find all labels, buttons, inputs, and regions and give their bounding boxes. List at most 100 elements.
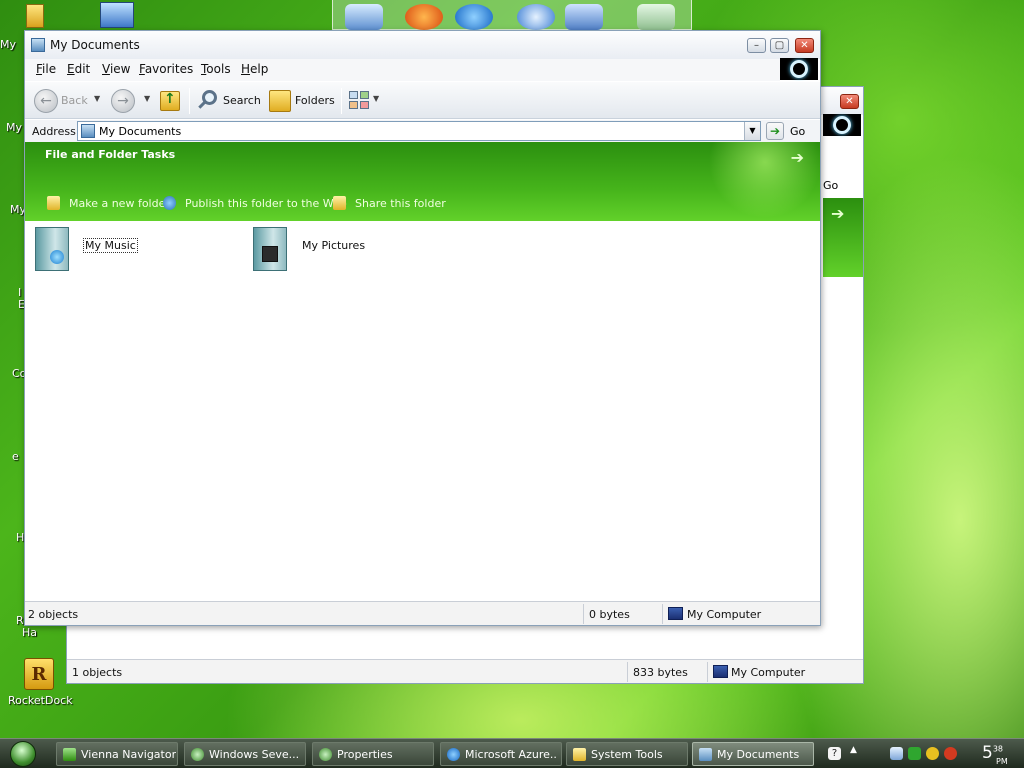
address-dropdown-icon[interactable]: ▼ [744,122,760,140]
my-pictures-label[interactable]: My Pictures [302,239,365,252]
address-bar: Address My Documents ▼ ➔ Go [25,120,820,142]
folder-icon [573,748,586,761]
dock-recycle-bin-icon[interactable] [637,4,675,30]
dock-media-player-icon[interactable] [517,4,555,30]
taskbar-button-properties[interactable]: Properties [312,742,434,766]
windows-seven-icon [191,748,204,761]
close-button[interactable]: ✕ [795,38,814,53]
go-button-label[interactable]: Go [790,125,805,138]
status-objects: 2 objects [28,608,79,621]
search-button-label[interactable]: Search [223,94,261,107]
tray-expand-icon[interactable]: ▲ [850,745,857,755]
background-go-label[interactable]: Go [823,179,838,192]
my-pictures-folder-icon[interactable] [253,227,287,271]
desktop-icon-label[interactable]: Ha [22,626,37,639]
back-dropdown-icon[interactable]: ▼ [94,94,100,103]
folders-button-label[interactable]: Folders [295,94,335,107]
share-folder-link[interactable]: Share this folder [355,197,446,210]
dock-firefox-icon[interactable] [405,4,443,30]
forward-icon[interactable]: → [111,89,135,113]
menu-help[interactable]: Help [241,62,268,76]
back-icon[interactable]: ← [34,89,58,113]
background-status-size: 833 bytes [633,666,688,679]
file-list-view[interactable]: My Music My Pictures [25,221,820,601]
taskbar-button-label: Vienna Navigator [81,748,177,761]
forward-dropdown-icon[interactable]: ▼ [144,94,150,103]
maximize-button[interactable]: ▢ [770,38,789,53]
menu-favorites[interactable]: Favorites [139,62,193,76]
folders-icon[interactable] [269,90,291,112]
background-status-location: My Computer [731,666,806,679]
network-icon[interactable] [890,747,903,760]
start-orb-icon[interactable] [10,741,36,767]
clock-hour: 5 [982,743,993,763]
search-icon[interactable] [197,90,217,112]
my-documents-icon [31,38,45,52]
new-folder-icon[interactable] [47,196,60,210]
publish-web-icon[interactable] [163,196,176,210]
my-documents-window[interactable]: My Documents – ▢ ✕ File Edit View Favori… [24,30,821,626]
clock[interactable]: 538 PM [982,743,1008,766]
up-folder-icon[interactable] [160,91,180,111]
desktop-icon-label[interactable]: My [6,121,22,134]
taskbar-button-label: Properties [337,748,393,761]
rocketdock-bar [332,0,692,30]
address-label: Address [32,125,76,138]
views-dropdown-icon[interactable]: ▼ [373,94,379,103]
background-task-banner: ➔ [823,198,863,277]
background-status-objects: 1 objects [72,666,123,679]
vienna-navigator-icon [63,748,76,761]
security-check-icon[interactable] [908,747,921,760]
help-icon[interactable]: ? [828,747,841,760]
desktop-icon-label[interactable]: My [0,38,16,51]
documents-desktop-icon[interactable] [26,4,44,28]
address-value[interactable]: My Documents [99,125,181,138]
background-expand-arrow-icon[interactable]: ➔ [831,204,844,223]
messenger-icon[interactable] [926,747,939,760]
dock-monitor-icon[interactable] [345,4,383,30]
go-arrow-icon[interactable]: ➔ [766,122,784,140]
rocketdock-label[interactable]: RocketDock [8,694,73,707]
my-computer-icon [668,607,683,620]
menu-edit[interactable]: Edit [67,62,90,76]
internet-explorer-icon [447,748,460,761]
computer-desktop-icon[interactable] [100,2,134,28]
standard-toolbar: ← Back ▼ → ▼ Search Folders ▼ [25,81,820,119]
my-music-label[interactable]: My Music [83,238,138,253]
expand-arrow-icon[interactable]: ➔ [791,148,804,167]
rocketdock-icon[interactable]: R [24,658,54,690]
make-new-folder-link[interactable]: Make a new folder [69,197,170,210]
back-button-label[interactable]: Back [61,94,88,107]
minimize-button[interactable]: – [747,38,766,53]
windows-logo-throbber [780,58,818,80]
menu-tools[interactable]: Tools [201,62,231,76]
taskbar-button-label: Microsoft Azure... [465,748,557,761]
dock-control-panel-icon[interactable] [565,4,603,30]
address-field[interactable]: My Documents ▼ [77,121,761,141]
status-size: 0 bytes [589,608,630,621]
taskbar-button-system-tools[interactable]: System Tools [566,742,688,766]
dock-internet-explorer-icon[interactable] [455,4,493,30]
my-music-folder-icon[interactable] [35,227,69,271]
desktop-icon-label[interactable]: e [12,450,19,463]
menu-bar: File Edit View Favorites Tools Help [25,59,780,81]
taskbar-button-windows-seven[interactable]: Windows Seve... [184,742,306,766]
window-titlebar[interactable]: My Documents – ▢ ✕ [25,31,820,59]
menu-file[interactable]: File [36,62,56,76]
taskbar-button-vienna-navigator[interactable]: Vienna Navigator [56,742,178,766]
taskbar: Vienna Navigator Windows Seve... Propert… [0,738,1024,768]
my-computer-icon [713,665,728,678]
menu-view[interactable]: View [102,62,130,76]
background-statusbar: 1 objects 833 bytes My Computer [67,659,863,683]
alert-icon[interactable] [944,747,957,760]
background-close-button[interactable]: ✕ [840,94,859,109]
share-folder-icon[interactable] [333,196,346,210]
my-documents-icon [81,124,95,138]
views-icon[interactable] [349,91,371,111]
taskbar-button-label: Windows Seve... [209,748,300,761]
my-documents-icon [699,748,712,761]
taskbar-button-my-documents[interactable]: My Documents [692,742,814,766]
properties-icon [319,748,332,761]
taskbar-button-microsoft-azure[interactable]: Microsoft Azure... [440,742,562,766]
publish-to-web-link[interactable]: Publish this folder to the Web [185,197,347,210]
